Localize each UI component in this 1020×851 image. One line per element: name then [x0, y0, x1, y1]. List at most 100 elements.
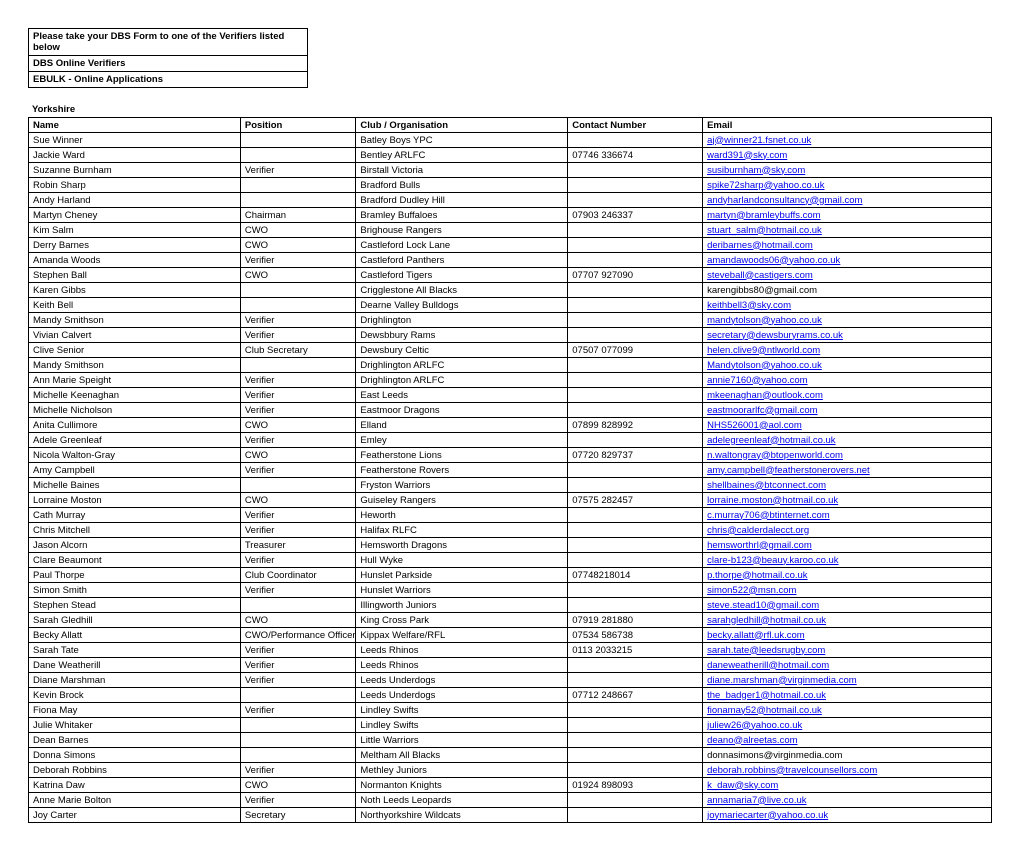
- cell-name: Michelle Keenaghan: [29, 388, 241, 403]
- table-row: Diane MarshmanVerifierLeeds Underdogsdia…: [29, 673, 992, 688]
- table-row: Becky AllattCWO/Performance OfficerKippa…: [29, 628, 992, 643]
- cell-contact: [568, 298, 703, 313]
- email-link[interactable]: stuart_salm@hotmail.co.uk: [707, 225, 822, 236]
- email-link[interactable]: steve.stead10@gmail.com: [707, 600, 819, 611]
- email-link[interactable]: amy.campbell@featherstonerovers.net: [707, 465, 870, 476]
- cell-email: susiburnham@sky.com: [703, 163, 992, 178]
- cell-position: Verifier: [240, 763, 356, 778]
- cell-org: Kippax Welfare/RFL: [356, 628, 568, 643]
- table-row: Joy CarterSecretaryNorthyorkshire Wildca…: [29, 808, 992, 823]
- email-link[interactable]: n.waltongray@btopenworld.com: [707, 450, 843, 461]
- cell-position: [240, 133, 356, 148]
- email-link[interactable]: clare-b123@beauy.karoo.co.uk: [707, 555, 838, 566]
- cell-name: Cath Murray: [29, 508, 241, 523]
- email-link[interactable]: helen.clive9@ntlworld.com: [707, 345, 820, 356]
- cell-email: steve.stead10@gmail.com: [703, 598, 992, 613]
- email-link[interactable]: joymariecarter@yahoo.co.uk: [707, 810, 828, 821]
- email-link[interactable]: adelegreenleaf@hotmail.co.uk: [707, 435, 835, 446]
- email-link[interactable]: shellbaines@btconnect.com: [707, 480, 826, 491]
- email-link[interactable]: daneweatherill@hotmail.com: [707, 660, 829, 671]
- cell-contact: [568, 253, 703, 268]
- email-link[interactable]: fionamay52@hotmail.co.uk: [707, 705, 822, 716]
- cell-name: Ann Marie Speight: [29, 373, 241, 388]
- cell-contact: 07534 586738: [568, 628, 703, 643]
- email-link[interactable]: becky.allatt@rfl.uk.com: [707, 630, 805, 641]
- email-link[interactable]: sarah.tate@leedsrugby.com: [707, 645, 825, 656]
- email-link[interactable]: the_badger1@hotmail.co.uk: [707, 690, 826, 701]
- cell-contact: [568, 748, 703, 763]
- cell-contact: [568, 283, 703, 298]
- table-row: Adele GreenleafVerifierEmleyadelegreenle…: [29, 433, 992, 448]
- email-link[interactable]: chris@calderdalecct.org: [707, 525, 809, 536]
- cell-contact: [568, 238, 703, 253]
- cell-name: Jackie Ward: [29, 148, 241, 163]
- cell-email: stuart_salm@hotmail.co.uk: [703, 223, 992, 238]
- email-link[interactable]: c.murray706@btinternet.com: [707, 510, 830, 521]
- cell-org: Normanton Knights: [356, 778, 568, 793]
- email-link[interactable]: andyharlandconsultancy@gmail.com: [707, 195, 862, 206]
- cell-contact: [568, 373, 703, 388]
- email-link[interactable]: deborah.robbins@travelcounsellors.com: [707, 765, 877, 776]
- cell-name: Martyn Cheney: [29, 208, 241, 223]
- email-link[interactable]: deribarnes@hotmail.com: [707, 240, 813, 251]
- email-link[interactable]: keithbell3@sky.com: [707, 300, 791, 311]
- table-row: Anne Marie BoltonVerifierNoth Leeds Leop…: [29, 793, 992, 808]
- email-link[interactable]: annie7160@yahoo.com: [707, 375, 808, 386]
- email-link[interactable]: eastmoorarlfc@gmail.com: [707, 405, 817, 416]
- email-link[interactable]: diane.marshman@virginmedia.com: [707, 675, 857, 686]
- cell-org: Drighlington ARLFC: [356, 373, 568, 388]
- cell-email: becky.allatt@rfl.uk.com: [703, 628, 992, 643]
- cell-contact: [568, 718, 703, 733]
- email-link[interactable]: simon522@msn.com: [707, 585, 796, 596]
- table-row: Suzanne BurnhamVerifierBirstall Victoria…: [29, 163, 992, 178]
- email-link[interactable]: sarahgledhill@hotmail.co.uk: [707, 615, 826, 626]
- cell-position: CWO: [240, 238, 356, 253]
- cell-position: Verifier: [240, 673, 356, 688]
- table-row: Donna SimonsMeltham All Blacksdonnasimon…: [29, 748, 992, 763]
- email-link[interactable]: hemsworthrl@gmail.com: [707, 540, 812, 551]
- cell-email: eastmoorarlfc@gmail.com: [703, 403, 992, 418]
- cell-name: Becky Allatt: [29, 628, 241, 643]
- email-link[interactable]: susiburnham@sky.com: [707, 165, 805, 176]
- cell-org: Birstall Victoria: [356, 163, 568, 178]
- cell-contact: [568, 223, 703, 238]
- email-link[interactable]: juliew26@yahoo.co.uk: [707, 720, 802, 731]
- cell-position: Verifier: [240, 658, 356, 673]
- cell-contact: 07746 336674: [568, 148, 703, 163]
- email-link[interactable]: p.thorpe@hotmail.co.uk: [707, 570, 807, 581]
- email-link[interactable]: secretary@dewsburyrams.co.uk: [707, 330, 843, 341]
- email-link[interactable]: annamaria7@live.co.uk: [707, 795, 806, 806]
- email-link[interactable]: steveball@castigers.com: [707, 270, 813, 281]
- email-link[interactable]: ward391@sky.com: [707, 150, 787, 161]
- cell-position: Secretary: [240, 808, 356, 823]
- email-link[interactable]: martyn@bramleybuffs.com: [707, 210, 820, 221]
- cell-email: ward391@sky.com: [703, 148, 992, 163]
- cell-name: Mandy Smithson: [29, 358, 241, 373]
- cell-org: Drighlington: [356, 313, 568, 328]
- cell-email: keithbell3@sky.com: [703, 298, 992, 313]
- cell-org: Illingworth Juniors: [356, 598, 568, 613]
- cell-email: joymariecarter@yahoo.co.uk: [703, 808, 992, 823]
- email-link[interactable]: mkeenaghan@outlook.com: [707, 390, 823, 401]
- cell-name: Deborah Robbins: [29, 763, 241, 778]
- cell-contact: [568, 478, 703, 493]
- table-row: Michelle NicholsonVerifierEastmoor Drago…: [29, 403, 992, 418]
- email-link[interactable]: mandytolson@yahoo.co.uk: [707, 315, 822, 326]
- cell-position: Treasurer: [240, 538, 356, 553]
- email-link[interactable]: aj@winner21.fsnet.co.uk: [707, 135, 811, 146]
- table-row: Karen GibbsCrigglestone All Blackskareng…: [29, 283, 992, 298]
- cell-contact: [568, 553, 703, 568]
- cell-name: Vivian Calvert: [29, 328, 241, 343]
- table-row: Mandy SmithsonDrighlington ARLFCMandytol…: [29, 358, 992, 373]
- email-link[interactable]: Mandytolson@yahoo.co.uk: [707, 360, 822, 371]
- email-link[interactable]: deano@alreetas.com: [707, 735, 797, 746]
- col-name: Name: [29, 118, 241, 133]
- email-link[interactable]: k_daw@sky.com: [707, 780, 778, 791]
- cell-name: Clive Senior: [29, 343, 241, 358]
- email-link[interactable]: NHS526001@aol.com: [707, 420, 802, 431]
- cell-contact: [568, 598, 703, 613]
- email-link[interactable]: spike72sharp@yahoo.co.uk: [707, 180, 824, 191]
- email-link[interactable]: amandawoods06@yahoo.co.uk: [707, 255, 840, 266]
- cell-email: Mandytolson@yahoo.co.uk: [703, 358, 992, 373]
- email-link[interactable]: lorraine.moston@hotmail.co.uk: [707, 495, 838, 506]
